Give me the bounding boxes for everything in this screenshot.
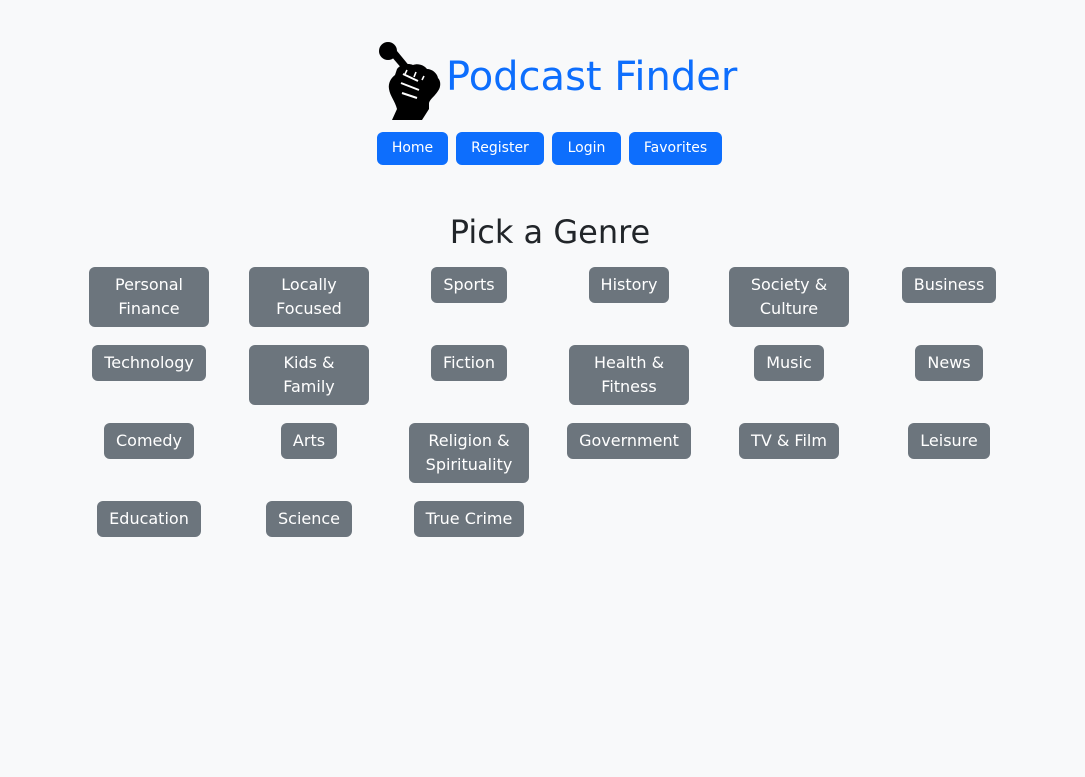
fist-microphone-icon xyxy=(375,41,445,121)
main-nav: Home Register Login Favorites xyxy=(0,132,1085,165)
register-button[interactable]: Register xyxy=(456,132,544,165)
genre-button-health-fitness[interactable]: Health & Fitness xyxy=(569,345,689,405)
site-header: Podcast Finder xyxy=(0,41,1085,121)
genre-button-history[interactable]: History xyxy=(588,267,670,303)
genre-button-technology[interactable]: Technology xyxy=(92,345,206,381)
favorites-button[interactable]: Favorites xyxy=(629,132,722,165)
genre-button-business[interactable]: Business xyxy=(901,267,997,303)
genre-button-music[interactable]: Music xyxy=(754,345,824,381)
page-title: Pick a Genre xyxy=(449,213,651,251)
genre-button-comedy[interactable]: Comedy xyxy=(103,423,194,459)
genre-button-sports[interactable]: Sports xyxy=(431,267,507,303)
genre-button-religion-spirituality[interactable]: Religion & Spirituality xyxy=(409,423,529,483)
genre-button-government[interactable]: Government xyxy=(567,423,691,459)
genre-button-education[interactable]: Education xyxy=(97,501,201,537)
app-title: Podcast Finder xyxy=(446,54,738,100)
genre-button-kids-family[interactable]: Kids & Family xyxy=(249,345,369,405)
home-button[interactable]: Home xyxy=(377,132,448,165)
genre-button-leisure[interactable]: Leisure xyxy=(908,423,990,459)
genre-button-personal-finance[interactable]: Personal Finance xyxy=(89,267,209,327)
genre-button-society-culture[interactable]: Society & Culture xyxy=(729,267,849,327)
genre-button-true-crime[interactable]: True Crime xyxy=(413,501,525,537)
genre-button-news[interactable]: News xyxy=(915,345,983,381)
genre-button-locally-focused[interactable]: Locally Focused xyxy=(249,267,369,327)
genre-button-tv-film[interactable]: TV & Film xyxy=(739,423,839,459)
genre-button-arts[interactable]: Arts xyxy=(280,423,338,459)
genre-button-fiction[interactable]: Fiction xyxy=(431,345,507,381)
genre-button-science[interactable]: Science xyxy=(265,501,353,537)
login-button[interactable]: Login xyxy=(552,132,621,165)
